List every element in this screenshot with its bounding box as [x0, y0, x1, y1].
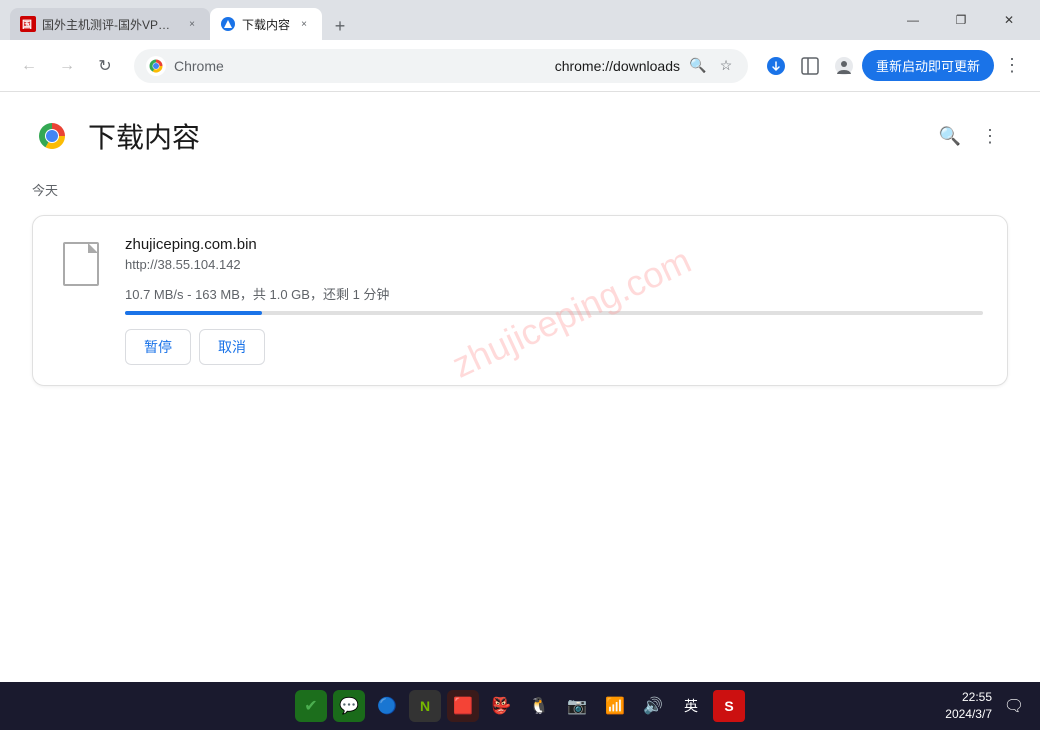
page-header-left: 下载内容	[32, 116, 200, 156]
taskbar-notify-button[interactable]: 🗨	[1000, 692, 1028, 720]
chrome-logo	[32, 116, 72, 156]
taskbar-icon-wifi[interactable]: 📶	[599, 690, 631, 722]
title-bar: 国 国外主机测评-国外VPS、国... × 下载内容 × + — ❐ ✕	[0, 0, 1040, 40]
browser-menu-icon[interactable]: ⋮	[996, 50, 1028, 82]
taskbar-icon-game[interactable]: 🟥	[447, 690, 479, 722]
download-url: http://38.55.104.142	[125, 257, 983, 272]
page-search-icon: 🔍	[939, 126, 961, 147]
search-icon[interactable]: 🔍	[688, 56, 708, 76]
download-card: zhujiceping.com.bin http://38.55.104.142…	[32, 215, 1008, 386]
taskbar-icon-volume[interactable]: 🔊	[637, 690, 669, 722]
taskbar-icon-app1[interactable]: 👺	[485, 690, 517, 722]
toolbar-icons: 重新启动即可更新 ⋮	[760, 50, 1028, 82]
taskbar-sougou-text: S	[724, 698, 733, 714]
address-bar[interactable]: Chrome chrome://downloads 🔍 ☆	[134, 49, 748, 83]
tab1-title: 国外主机测评-国外VPS、国...	[42, 16, 178, 33]
page-header: 下载内容 🔍 ⋮	[0, 92, 1040, 172]
sidebar-toggle-icon[interactable]	[794, 50, 826, 82]
new-tab-button[interactable]: +	[326, 12, 354, 40]
refresh-icon: ↻	[98, 56, 111, 76]
address-text: Chrome	[174, 58, 547, 74]
download-info: zhujiceping.com.bin http://38.55.104.142…	[125, 236, 983, 365]
taskbar-right: 22:55 2024/3/7 🗨	[945, 689, 1028, 723]
taskbar-icon-bluetooth[interactable]: 🔵	[371, 690, 403, 722]
forward-icon: →	[59, 57, 75, 75]
chrome-brand-icon	[146, 56, 166, 76]
page-search-button[interactable]: 🔍	[932, 118, 968, 154]
taskbar-icon-check[interactable]: ✔	[295, 690, 327, 722]
close-button[interactable]: ✕	[986, 4, 1032, 36]
svg-text:国: 国	[22, 19, 32, 31]
file-icon-wrap	[57, 236, 105, 292]
url-text: chrome://downloads	[555, 58, 680, 74]
pause-button[interactable]: 暂停	[125, 329, 191, 365]
progress-bar-bg	[125, 311, 983, 315]
nav-bar: ← → ↻ Chrome chrome://downloads 🔍 ☆	[0, 40, 1040, 92]
progress-bar-fill	[125, 311, 262, 315]
tab1-close[interactable]: ×	[184, 16, 200, 32]
cancel-button[interactable]: 取消	[199, 329, 265, 365]
download-progress-text: 10.7 MB/s - 163 MB，共 1.0 GB，还剩 1 分钟	[125, 284, 983, 303]
tab-1[interactable]: 国 国外主机测评-国外VPS、国... ×	[10, 8, 210, 40]
window-controls: — ❐ ✕	[890, 4, 1040, 36]
file-icon	[63, 242, 99, 286]
section-today-label: 今天	[0, 172, 1040, 207]
page-content: zhujiceping.com 下载内容 🔍 ⋮ 今天	[0, 92, 1040, 682]
page-menu-button[interactable]: ⋮	[972, 118, 1008, 154]
taskbar-icon-camera[interactable]: 📷	[561, 690, 593, 722]
tab-group: 国 国外主机测评-国外VPS、国... × 下载内容 × +	[0, 0, 354, 40]
taskbar-lang-text: 英	[684, 696, 698, 716]
refresh-button[interactable]: ↻	[88, 49, 122, 83]
tab-2[interactable]: 下载内容 ×	[210, 8, 322, 40]
maximize-button[interactable]: ❐	[938, 4, 984, 36]
tab2-favicon	[220, 16, 236, 32]
downloads-toolbar-icon[interactable]	[760, 50, 792, 82]
page-menu-icon: ⋮	[981, 126, 999, 147]
download-actions: 暂停 取消	[125, 329, 983, 365]
minimize-button[interactable]: —	[890, 4, 936, 36]
forward-button[interactable]: →	[50, 49, 84, 83]
taskbar-lang-btn[interactable]: 英	[675, 690, 707, 722]
taskbar-icons: ✔ 💬 🔵 N 🟥 👺 🐧 📷 📶 🔊 英	[12, 690, 1028, 722]
taskbar-sougou-btn[interactable]: S	[713, 690, 745, 722]
profile-icon[interactable]	[828, 50, 860, 82]
download-filename: zhujiceping.com.bin	[125, 236, 983, 253]
update-button[interactable]: 重新启动即可更新	[862, 50, 994, 81]
taskbar-time: 22:55 2024/3/7	[945, 689, 992, 723]
notify-icon: 🗨	[1004, 696, 1024, 716]
page-header-icons: 🔍 ⋮	[932, 118, 1008, 154]
bookmark-icon[interactable]: ☆	[716, 56, 736, 76]
tab1-favicon: 国	[20, 16, 36, 32]
taskbar-icon-app2[interactable]: 🐧	[523, 690, 555, 722]
back-icon: ←	[21, 57, 37, 75]
taskbar-icon-nvidia[interactable]: N	[409, 690, 441, 722]
tab2-title: 下载内容	[242, 16, 290, 33]
tab2-close[interactable]: ×	[296, 16, 312, 32]
page-title: 下载内容	[88, 116, 200, 156]
taskbar: ✔ 💬 🔵 N 🟥 👺 🐧 📷 📶 🔊 英	[0, 682, 1040, 730]
back-button[interactable]: ←	[12, 49, 46, 83]
taskbar-icon-wechat[interactable]: 💬	[333, 690, 365, 722]
